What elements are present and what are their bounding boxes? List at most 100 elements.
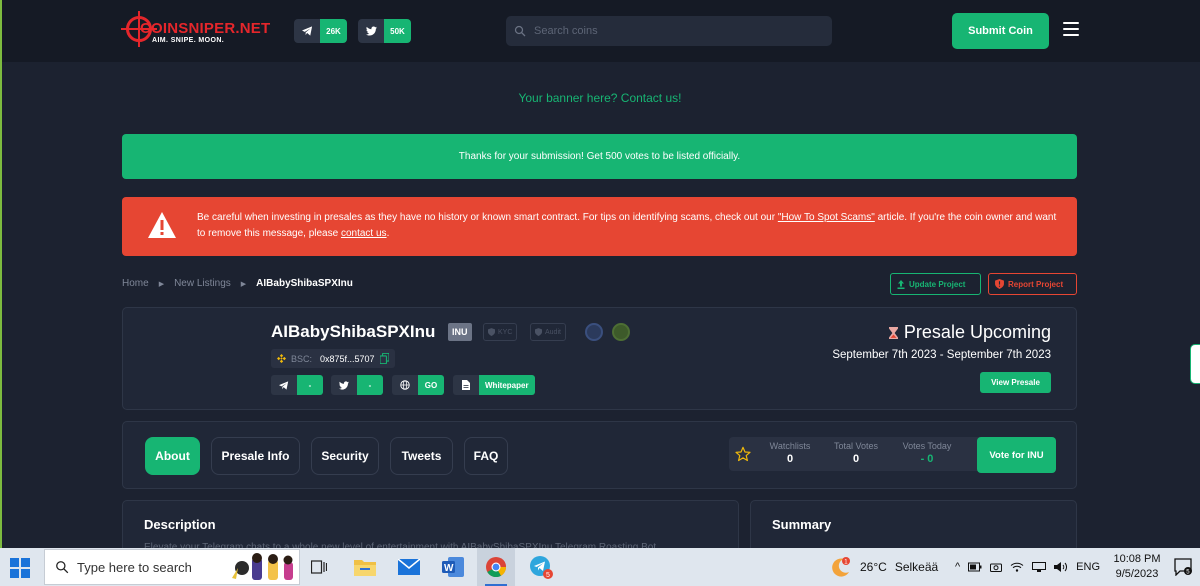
copy-icon[interactable] bbox=[379, 353, 389, 364]
twitter-icon bbox=[358, 19, 384, 43]
task-view-icon[interactable] bbox=[300, 548, 338, 586]
search-icon bbox=[514, 25, 526, 37]
warning-notice: Be careful when investing in presales as… bbox=[122, 197, 1077, 256]
warning-text-part: Be careful when investing in presales as… bbox=[197, 212, 778, 223]
breadcrumb-home[interactable]: Home bbox=[122, 278, 149, 289]
watchlists-value: 0 bbox=[786, 453, 794, 465]
telegram-desktop-icon[interactable]: 5 bbox=[522, 548, 560, 586]
windows-taskbar: W 5 1 26°C Selkeää ^ ENG 10:08 PM 9/5/20… bbox=[0, 548, 1200, 586]
chevron-right-icon: ▶ bbox=[240, 280, 247, 288]
coin-name: AIBabyShibaSPXInu bbox=[271, 322, 436, 341]
how-to-spot-scams-link[interactable]: "How To Spot Scams" bbox=[778, 212, 875, 223]
tab-presale-info[interactable]: Presale Info bbox=[211, 437, 300, 475]
coin-search[interactable] bbox=[506, 16, 832, 46]
telegram-icon bbox=[294, 19, 320, 43]
search-highlight-illustration bbox=[232, 553, 293, 580]
coin-tabs-card: About Presale Info Security Tweets FAQ W… bbox=[122, 421, 1077, 489]
breadcrumb-current: AIBabyShibaSPXInu bbox=[256, 278, 353, 289]
coinsniper-check-icon[interactable] bbox=[585, 323, 603, 341]
audit-badge-label: Audit bbox=[545, 328, 561, 336]
upload-icon bbox=[897, 279, 905, 289]
weather-widget[interactable]: 1 26°C Selkeää bbox=[830, 548, 938, 586]
votes-today-stat: Votes Today - 0 bbox=[894, 441, 960, 465]
total-votes-value: 0 bbox=[852, 453, 860, 465]
search-input[interactable] bbox=[534, 25, 814, 37]
vote-button[interactable]: Vote for INU bbox=[977, 437, 1056, 473]
total-votes-label: Total Votes bbox=[833, 441, 879, 451]
hourglass-icon bbox=[888, 326, 898, 339]
telegram-icon bbox=[271, 375, 297, 395]
presale-status: Presale Upcoming bbox=[888, 322, 1051, 343]
taskbar-search-input[interactable] bbox=[77, 559, 227, 575]
total-votes-stat: Total Votes 0 bbox=[825, 441, 887, 465]
battery-icon[interactable] bbox=[968, 562, 982, 572]
shield-icon bbox=[535, 328, 542, 336]
weather-condition: Selkeää bbox=[894, 560, 939, 574]
svg-text:W: W bbox=[444, 563, 454, 574]
tab-security[interactable]: Security bbox=[311, 437, 379, 475]
notification-center-icon[interactable]: 5 bbox=[1174, 558, 1192, 576]
view-presale-button[interactable]: View Presale bbox=[980, 372, 1051, 393]
contract-address[interactable]: BSC: 0x875f...5707 bbox=[271, 349, 395, 368]
windows-start-icon[interactable] bbox=[10, 558, 30, 578]
chevron-right-icon: ▶ bbox=[158, 280, 165, 288]
tab-tweets[interactable]: Tweets bbox=[390, 437, 453, 475]
logo-name: COINSNIPER.NET bbox=[140, 20, 271, 37]
description-title: Description bbox=[144, 517, 216, 532]
contact-us-link[interactable]: contact us bbox=[341, 228, 387, 239]
twitter-followers[interactable]: 50K bbox=[358, 19, 411, 43]
audit-badge: Audit bbox=[530, 323, 566, 341]
coin-telegram-link[interactable]: - bbox=[271, 375, 323, 395]
window-edge bbox=[0, 0, 2, 548]
camera-icon[interactable] bbox=[990, 562, 1003, 572]
star-icon[interactable] bbox=[735, 446, 751, 462]
mail-icon[interactable] bbox=[390, 548, 428, 586]
site-header: COINSNIPER.NET AIM. SNIPE. MOON. 26K 50K… bbox=[2, 0, 1200, 62]
presale-dates: September 7th 2023 - September 7th 2023 bbox=[832, 349, 1051, 361]
wifi-icon[interactable] bbox=[1010, 562, 1024, 572]
breadcrumb-new-listings[interactable]: New Listings bbox=[174, 278, 231, 289]
coin-symbol: INU bbox=[448, 323, 472, 341]
telegram-count: 26K bbox=[320, 19, 347, 43]
watchlists-stat: Watchlists 0 bbox=[759, 441, 821, 465]
word-icon[interactable]: W bbox=[434, 548, 472, 586]
coin-twitter-value: - bbox=[357, 375, 383, 395]
volume-icon[interactable] bbox=[1054, 562, 1068, 572]
update-project-label: Update Project bbox=[909, 279, 966, 289]
warning-icon bbox=[148, 212, 176, 238]
moon-icon: 1 bbox=[832, 557, 850, 577]
twitter-count: 50K bbox=[384, 19, 411, 43]
coin-twitter-link[interactable]: - bbox=[331, 375, 383, 395]
partner-icon[interactable] bbox=[612, 323, 630, 341]
breadcrumb: Home ▶ New Listings ▶ AIBabyShibaSPXInu bbox=[122, 278, 353, 289]
update-project-button[interactable]: Update Project bbox=[890, 273, 981, 295]
twitter-icon bbox=[331, 375, 357, 395]
submit-coin-button[interactable]: Submit Coin bbox=[952, 13, 1049, 49]
logo-tagline: AIM. SNIPE. MOON. bbox=[152, 37, 225, 44]
coin-whitepaper-link[interactable]: Whitepaper bbox=[453, 375, 535, 395]
system-clock[interactable]: 10:08 PM 9/5/2023 bbox=[1108, 552, 1166, 582]
banner-ad-text[interactable]: Your banner here? Contact us! bbox=[0, 91, 1200, 105]
hamburger-icon[interactable] bbox=[1063, 22, 1079, 38]
display-icon[interactable] bbox=[1032, 562, 1047, 572]
presale-status-label: Presale Upcoming bbox=[903, 322, 1051, 342]
coin-website-link[interactable]: GO bbox=[392, 375, 444, 395]
warning-text-part: . bbox=[386, 228, 390, 239]
site-logo[interactable]: COINSNIPER.NET AIM. SNIPE. MOON. bbox=[121, 11, 284, 48]
tab-faq[interactable]: FAQ bbox=[464, 437, 508, 475]
language-indicator[interactable]: ENG bbox=[1076, 561, 1100, 573]
telegram-followers[interactable]: 26K bbox=[294, 19, 347, 43]
temperature: 26°C bbox=[860, 560, 887, 574]
chevron-up-icon[interactable]: ^ bbox=[955, 561, 960, 573]
chrome-icon[interactable] bbox=[477, 548, 515, 586]
side-chat-widget[interactable] bbox=[1190, 344, 1200, 384]
report-project-label: Report Project bbox=[1008, 279, 1064, 289]
report-project-button[interactable]: Report Project bbox=[988, 273, 1077, 295]
warning-text: Be careful when investing in presales as… bbox=[197, 210, 1057, 242]
kyc-badge-label: KYC bbox=[498, 328, 513, 336]
tab-about[interactable]: About bbox=[145, 437, 200, 475]
votes-today-label: Votes Today bbox=[902, 441, 952, 451]
watchlists-label: Watchlists bbox=[769, 441, 811, 451]
file-explorer-icon[interactable] bbox=[346, 548, 384, 586]
coin-whitepaper-label: Whitepaper bbox=[479, 375, 535, 395]
